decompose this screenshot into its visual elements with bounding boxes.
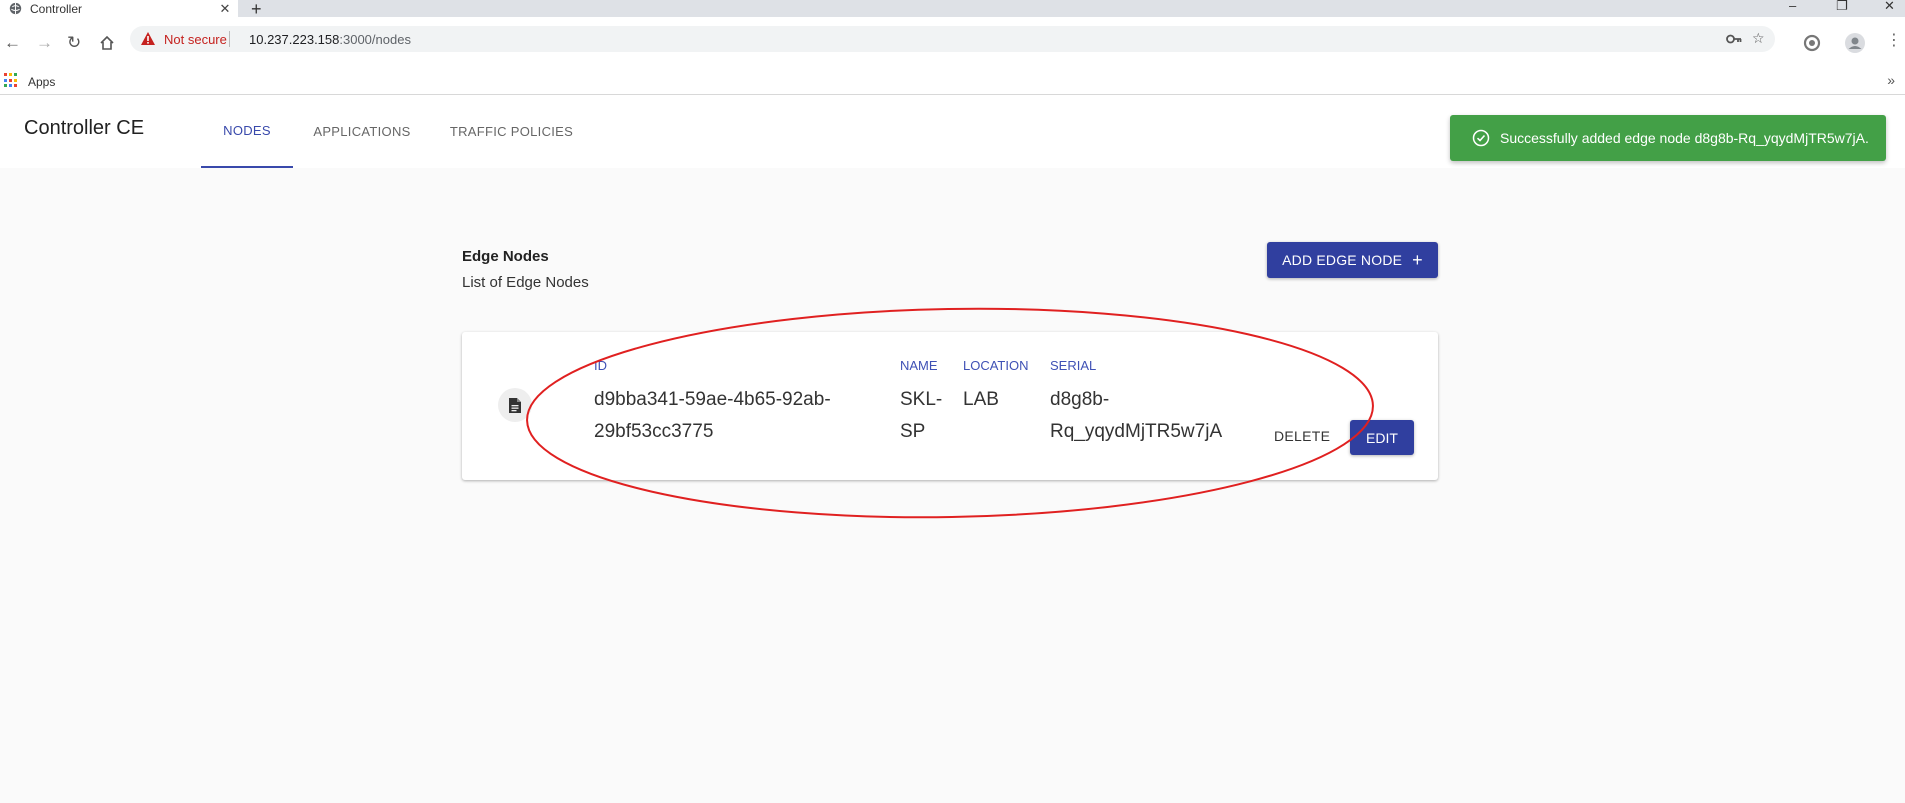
back-arrow-icon[interactable]: ← [4,33,21,53]
node-serial-value: d8g8b- Rq_yqydMjTR5w7jA [1050,384,1222,448]
col-header-id: ID [594,358,607,373]
omnibox-divider [229,31,230,47]
node-location-text: LAB [963,389,999,410]
not-secure-label[interactable]: Not secure [164,32,227,47]
apps-grid-icon[interactable] [4,73,19,88]
bookmarks-bar: Apps » [0,70,1905,95]
node-serial-line-1: d8g8b- [1050,389,1110,410]
bookmarks-overflow-icon[interactable]: » [1887,72,1895,88]
tab-traffic-policies[interactable]: TRAFFIC POLICIES [445,95,578,168]
node-name-value: SKL- SP [900,384,942,448]
home-icon[interactable] [99,35,115,51]
browser-tab[interactable]: Controller ✕ [0,0,238,17]
node-id-line-1: d9bba341-59ae-4b65-92ab- [594,389,831,410]
apps-bookmark[interactable]: Apps [28,75,55,89]
col-header-serial: SERIAL [1050,358,1097,373]
node-serial-line-2: Rq_yqydMjTR5w7jA [1050,421,1223,442]
url-text[interactable]: 10.237.223.158:3000/nodes [249,32,411,47]
document-icon [498,388,532,422]
sync-icon[interactable] [1803,34,1821,52]
profile-avatar-icon[interactable] [1845,33,1865,53]
tab-applications[interactable]: APPLICATIONS [307,95,417,168]
url-host: 10.237.223.158 [249,32,340,47]
app-brand[interactable]: Controller CE [24,117,144,140]
page-title: Edge Nodes [462,248,549,265]
success-toast[interactable]: Successfully added edge node d8g8b-Rq_yq… [1450,115,1886,161]
node-location-value: LAB [963,384,999,416]
delete-button[interactable]: DELETE [1274,428,1330,444]
restore-icon[interactable]: ❐ [1836,0,1848,14]
edit-button[interactable]: EDIT [1350,420,1414,455]
warning-icon [141,32,155,45]
tab-nodes[interactable]: NODES [201,95,293,168]
tab-title: Controller [30,1,83,16]
node-id-value: d9bba341-59ae-4b65-92ab- 29bf53cc3775 [594,384,831,448]
edge-node-card: ID NAME LOCATION SERIAL d9bba341-59ae-4b… [462,332,1438,480]
star-icon[interactable]: ☆ [1752,30,1765,47]
col-header-location: LOCATION [963,358,1029,373]
forward-arrow-icon[interactable]: → [36,33,53,53]
add-edge-node-button[interactable]: ADD EDGE NODE + [1267,242,1438,278]
url-path: :3000/nodes [339,32,411,47]
edit-button-label: EDIT [1366,429,1398,446]
tab-close-icon[interactable]: ✕ [216,1,234,17]
check-circle-icon [1472,129,1490,147]
reload-icon[interactable]: ↻ [67,33,81,53]
col-header-name: NAME [900,358,938,373]
node-id-line-2: 29bf53cc3775 [594,421,714,442]
node-name-line-1: SKL- [900,389,943,410]
key-icon[interactable] [1726,32,1742,46]
browser-toolbar: ← → ↻ Not secure 10.237.223.158:3000/nod… [0,17,1905,70]
toast-message: Successfully added edge node d8g8b-Rq_yq… [1500,130,1869,146]
menu-kebab-icon[interactable]: ⋮ [1886,30,1902,50]
globe-icon [9,2,22,15]
minimize-icon[interactable]: – [1789,0,1796,13]
window-close-icon[interactable]: ✕ [1884,0,1895,14]
tab-traffic-policies-label: TRAFFIC POLICIES [449,124,574,139]
address-bar[interactable]: Not secure 10.237.223.158:3000/nodes ☆ [130,26,1775,52]
page-subtitle: List of Edge Nodes [462,274,589,291]
plus-icon: + [1412,250,1423,270]
browser-tabstrip: Controller ✕ + – ❐ ✕ [0,0,1905,19]
node-name-line-2: SP [900,421,926,442]
tab-applications-label: APPLICATIONS [313,124,411,139]
tab-nodes-label: NODES [223,123,271,138]
add-edge-node-label: ADD EDGE NODE [1282,252,1403,268]
